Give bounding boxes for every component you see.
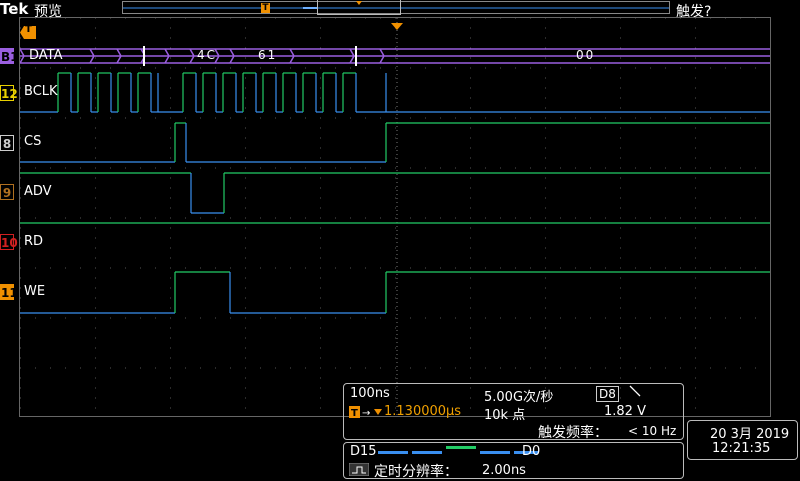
rd-label: RD — [24, 234, 44, 249]
timebase-scale: 100ns — [350, 386, 390, 401]
timing-resolution-icon — [348, 462, 370, 480]
grid — [20, 18, 770, 409]
trigger-frequency-value: < 10 Hz — [628, 424, 677, 438]
trigger-time-marker[interactable] — [391, 16, 403, 35]
digital-channel-indicators — [378, 446, 538, 454]
digital-high-label: D15 — [350, 444, 377, 459]
trigger-position-value: 1.130000μs — [384, 404, 462, 419]
overview-trigger-marker: T — [261, 3, 270, 13]
waveform-canvas — [20, 18, 770, 416]
bus-value-2: 61 — [258, 48, 278, 62]
overview-view-window[interactable] — [317, 0, 401, 15]
bclk-label: BCLK — [24, 84, 58, 99]
record-length: 10k 点 — [484, 408, 526, 423]
digital-low-label: D0 — [522, 444, 541, 459]
cs-label: CS — [24, 134, 42, 149]
adv-label: ADV — [24, 184, 52, 199]
svg-text:T: T — [351, 408, 358, 419]
channel-tag-d8[interactable]: 8 — [0, 135, 14, 151]
we-label: WE — [24, 284, 46, 299]
timing-resolution-value: 2.00ns — [482, 463, 526, 478]
timing-resolution-label: 定时分辨率： — [374, 464, 458, 480]
waveform-display[interactable] — [19, 17, 771, 417]
channel-tag-d10[interactable]: 10 — [0, 234, 18, 250]
falling-edge-icon — [628, 384, 642, 402]
date: 20 3月 2019 — [710, 427, 790, 442]
time: 12:21:35 — [712, 441, 771, 456]
channel-tag-b1[interactable]: B1 — [0, 48, 19, 64]
brand-logo: Tek — [0, 0, 29, 18]
sample-rate: 5.00G次/秒 — [484, 390, 554, 405]
digital-readout[interactable]: D15 D0 定时分辨率： 2.00ns — [343, 442, 684, 480]
trigger-offset-icon: T → — [349, 405, 385, 423]
svg-text:→: → — [362, 408, 370, 419]
bus-value-1: 4C — [197, 48, 218, 62]
trigger-source-badge: D8 — [596, 386, 619, 402]
overview-position-icon — [356, 1, 362, 5]
bus-trace — [20, 48, 770, 64]
bus-value-3: 00 — [576, 48, 596, 62]
channel-tag-d12[interactable]: 12 — [0, 85, 18, 101]
bus-label: DATA — [29, 48, 63, 63]
datetime-display: 20 3月 2019 12:21:35 — [687, 420, 798, 460]
channel-tag-d9[interactable]: 9 — [0, 184, 14, 200]
horizontal-trigger-readout[interactable]: 100ns 5.00G次/秒 D8 T → 1.130000μs 10k 点 1.… — [343, 383, 684, 441]
channel-tag-d11[interactable]: 11 — [0, 284, 18, 300]
trigger-frequency-label: 触发频率： — [538, 425, 608, 441]
trigger-level: 1.82 V — [604, 404, 646, 419]
